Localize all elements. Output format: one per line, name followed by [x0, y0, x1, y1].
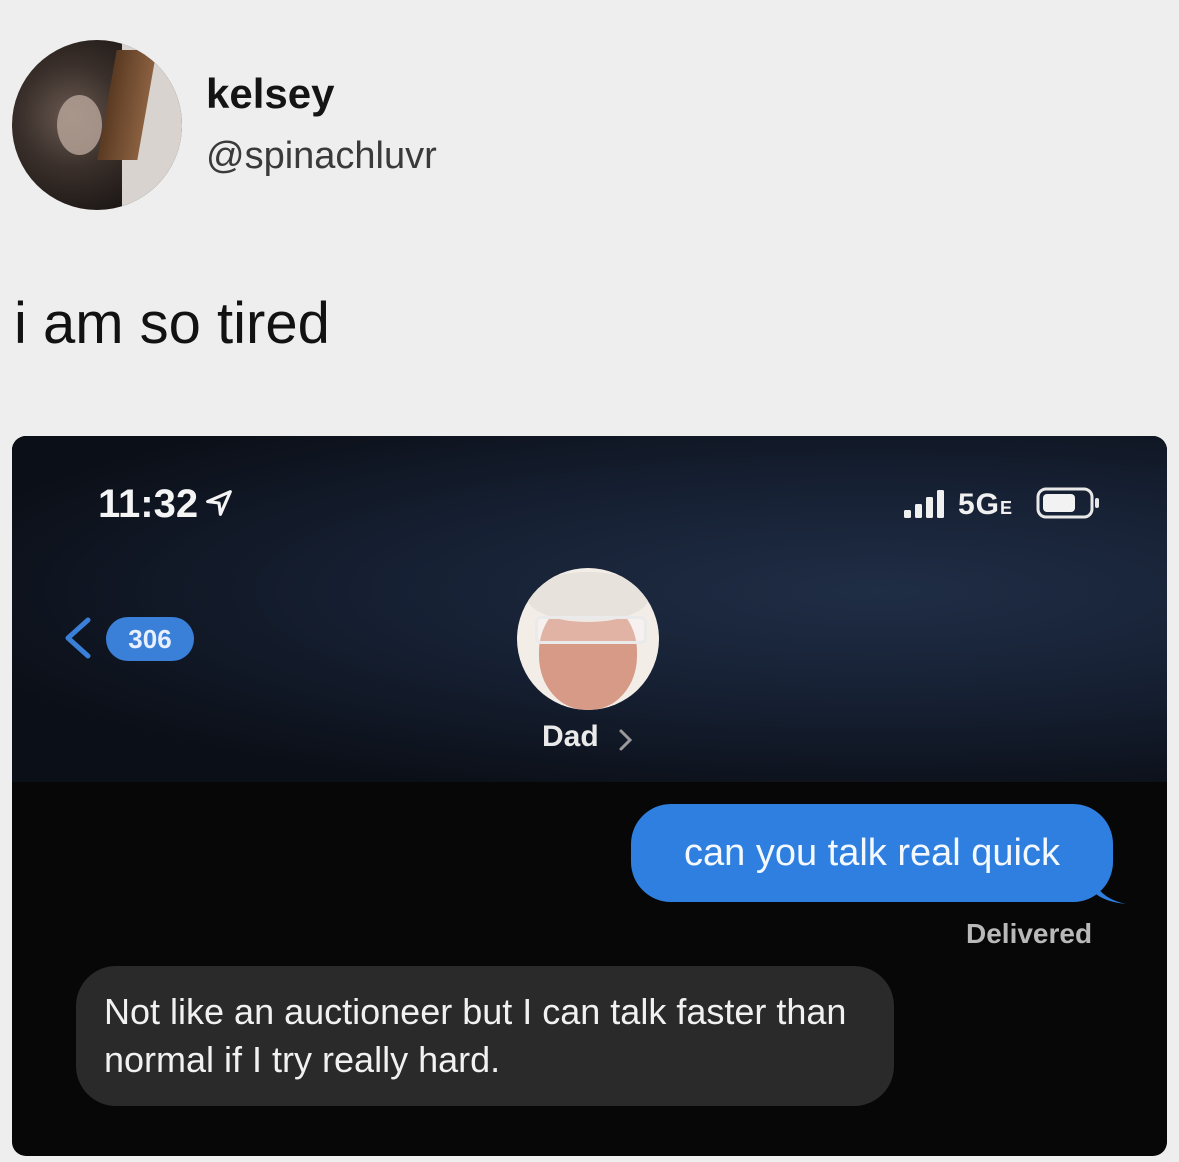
signal-icon — [904, 490, 944, 518]
contact-avatar[interactable] — [517, 568, 659, 710]
user-handle[interactable]: @spinachluvr — [206, 135, 437, 178]
tweet-text: i am so tired — [14, 291, 330, 356]
network-indicator: 5GE — [958, 488, 1013, 522]
network-suffix: E — [1000, 498, 1014, 518]
profile-avatar[interactable] — [12, 40, 182, 210]
network-type: 5G — [958, 488, 1001, 521]
battery-icon — [1036, 487, 1099, 519]
bubble-tail — [1092, 876, 1126, 904]
location-arrow-icon — [206, 490, 232, 516]
delivery-status: Delivered — [966, 918, 1093, 949]
contact-hair — [527, 572, 649, 622]
status-time: 11:32 — [98, 482, 199, 526]
chevron-right-icon[interactable] — [618, 728, 634, 752]
display-name[interactable]: kelsey — [206, 70, 334, 118]
back-chevron-icon[interactable] — [58, 616, 98, 660]
message-screenshot: 11:32 5GE 306 Dad can you talk real quic… — [12, 436, 1167, 1156]
outgoing-message-bubble[interactable]: can you talk real quick — [631, 804, 1113, 902]
unread-count-badge[interactable]: 306 — [106, 617, 194, 661]
contact-glasses — [535, 616, 647, 644]
incoming-message-bubble[interactable]: Not like an auctioneer but I can talk fa… — [76, 966, 894, 1106]
contact-name[interactable]: Dad — [542, 720, 599, 754]
avatar-face — [57, 95, 102, 155]
